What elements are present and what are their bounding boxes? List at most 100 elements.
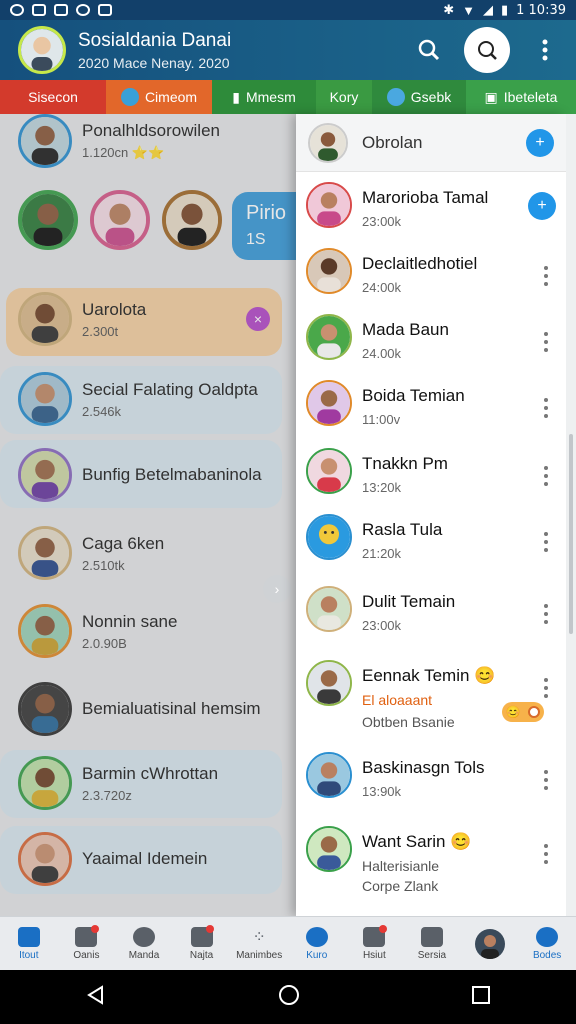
chat-item[interactable]: Declaitledhotiel 24:00k [296,248,566,295]
signal-icon: ◢ [482,2,493,17]
briefcase-icon [420,926,443,947]
nav-manda[interactable]: Manda [115,917,173,970]
notification-dot [206,925,215,933]
avatar [18,756,72,810]
search-icon[interactable] [416,37,442,63]
avatar [306,314,352,360]
drawer-title: Obrolan [362,132,423,152]
story-row [0,190,222,250]
chat-item[interactable]: Boida Temian 11:00v [296,380,566,427]
image-icon [54,4,68,16]
chat-item[interactable]: Eennak Temin 😊 El aloaaant Obtben Bsanie 😊 [296,660,566,730]
inbox-icon: ▣ [484,88,498,105]
list-item[interactable]: Bunfig Betelmabaninola [0,448,262,502]
avatar[interactable] [90,190,150,250]
nav-sersia[interactable]: Sersia [403,917,461,970]
more-icon[interactable] [544,678,548,698]
list-item[interactable]: Uarolota 2.300t [0,292,146,346]
nav-home[interactable]: Itout [0,917,58,970]
avatar[interactable] [162,190,222,250]
list-item[interactable]: Caga 6ken 2.510tk [0,526,164,580]
system-navigation [0,970,576,1024]
add-icon[interactable]: + [528,192,556,220]
more-icon[interactable] [544,332,548,352]
nav-bodes[interactable]: Bodes [518,917,576,970]
battery-icon: ▮ [500,2,509,17]
story-bubble[interactable]: Pirio 1S [232,192,296,260]
list-item[interactable]: Secial Falating Oaldpta 2.546k [0,372,258,426]
tab-cimeom[interactable]: Cimeom [106,80,212,114]
list-item[interactable]: Yaaimal Idemein [0,832,207,886]
avatar [18,604,72,658]
avatar[interactable] [18,190,78,250]
nav-najta[interactable]: Najta [173,917,231,970]
globe-icon [386,88,405,106]
user-avatar[interactable] [18,26,66,74]
more-icon[interactable] [544,266,548,286]
chat-item[interactable]: Rasla Tula 21:20k [296,514,566,561]
more-icon[interactable] [544,466,548,486]
list-item[interactable]: Nonnin sane 2.0.90B [0,604,177,658]
account-search-button[interactable] [464,27,510,73]
drawer-avatar[interactable] [308,122,348,163]
nav-manimbes[interactable]: ⁘ Manimbes [230,917,288,970]
avatar [306,182,352,228]
avatar [18,448,72,502]
bottom-navigation: Itout Oanis Manda Najta ⁘ Manimbes Kuro H… [0,916,576,970]
chat-drawer: Obrolan + Marorioba Tamal 23:00k + Declai… [296,114,566,916]
list-item[interactable]: Barmin cWhrottan 2.3.720z [0,756,218,810]
drawer-header: Obrolan + [296,114,566,172]
tab-sisecon[interactable]: Sisecon [0,80,106,114]
conversation-list: Ponalhldsorowilen 1.120cn ⭐⭐ Pirio 1S Uar… [0,114,296,916]
avatar [18,372,72,426]
nav-hsiut[interactable]: Hsiut [346,917,404,970]
avatar [306,826,352,872]
avatar [18,526,72,580]
chat-item[interactable]: Want Sarin 😊 Halterisianle Corpe Zlank [296,826,566,894]
more-icon[interactable] [544,844,548,864]
home-button-icon[interactable] [277,983,301,1012]
person-icon [132,926,155,947]
emoji-icon: 😊 [505,705,521,719]
more-icon[interactable] [544,770,548,790]
nav-kuro[interactable]: Kuro [288,917,346,970]
scrollbar[interactable] [566,114,576,916]
add-chat-button[interactable]: + [526,128,554,157]
nav-profile[interactable] [461,917,519,970]
list-item[interactable]: Ponalhldsorowilen 1.120cn ⭐⭐ [0,114,220,168]
tab-gsebk[interactable]: Gsebk [372,80,466,114]
notification-icon [10,4,24,16]
app-title: Sosialdania Danai [78,29,232,51]
scrollbar-thumb[interactable] [569,434,573,634]
tab-ibeteleta[interactable]: ▣ Ibeteleta [466,80,576,114]
avatar [306,380,352,426]
more-icon[interactable] [544,604,548,624]
more-options-icon[interactable] [532,37,558,63]
chat-item[interactable]: Marorioba Tamal 23:00k + [296,182,566,229]
avatar [306,448,352,494]
chat-item[interactable]: Tnakkn Pm 13:20k [296,448,566,495]
home-icon [17,926,40,947]
avatar [306,248,352,294]
chat-item[interactable]: Baskinasgn Tols 13:90k [296,752,566,799]
status-bar: ✱ ▼ ◢ ▮ 1 10:39 [0,0,576,20]
list-item[interactable]: Bemialuatisinal hemsim [0,682,261,736]
drawer-handle-icon[interactable]: › [263,575,291,603]
message-icon [32,4,46,16]
back-icon[interactable] [85,984,107,1011]
avatar [474,928,505,959]
more-icon[interactable] [544,398,548,418]
group-icon [536,926,559,947]
nav-oanis[interactable]: Oanis [58,917,116,970]
tab-kory[interactable]: Kory [316,80,372,114]
clock: 1 10:39 [516,2,566,18]
avatar [306,514,352,560]
tab-mmesm[interactable]: ▮ Mmesm [212,80,316,114]
reaction-badge[interactable]: 😊 [502,702,544,722]
chat-item[interactable]: Mada Baun 24.00k [296,314,566,361]
avatar [18,114,72,168]
chat-item[interactable]: Dulit Temain 23:00k [296,586,566,633]
recents-icon[interactable] [471,985,491,1010]
close-icon[interactable]: × [246,307,270,331]
more-icon[interactable] [544,532,548,552]
